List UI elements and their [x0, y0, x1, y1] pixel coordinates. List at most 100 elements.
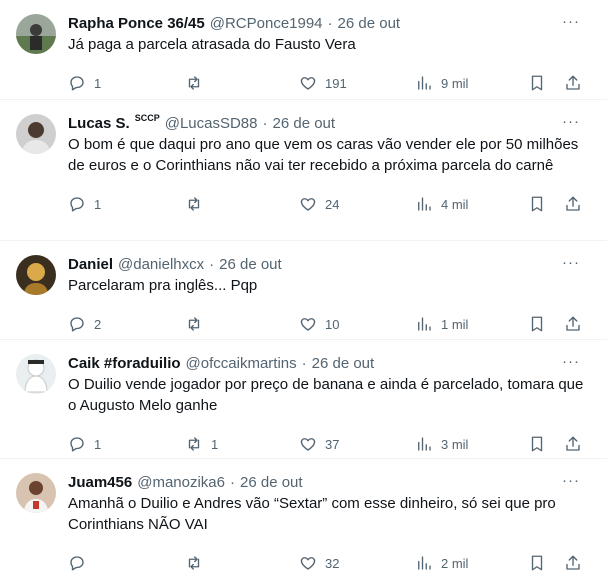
action-bar: 1 1 37 3 mil: [68, 426, 588, 462]
team-badge: SCCP: [134, 113, 160, 123]
bookmark-button[interactable]: [528, 545, 546, 581]
retweet-button[interactable]: [185, 65, 211, 101]
handle[interactable]: @RCPonce1994: [210, 15, 323, 32]
tweet[interactable]: Lucas S. SCCP @LucasSD88 · 26 de out ···…: [0, 100, 607, 241]
views-button[interactable]: 9 mil: [415, 65, 468, 101]
views-button[interactable]: 1 mil: [415, 306, 468, 342]
share-icon: [566, 436, 580, 451]
avatar[interactable]: [16, 114, 56, 154]
separator: ·: [262, 114, 268, 132]
more-options-icon[interactable]: ···: [561, 354, 581, 370]
tweet[interactable]: Caik #foraduilio @ofccaikmartins · 26 de…: [0, 340, 607, 459]
retweet-icon: [188, 76, 200, 90]
action-bar: 2 10 1 mil: [68, 306, 588, 342]
avatar[interactable]: [16, 14, 56, 54]
heart-icon: [300, 198, 316, 211]
tweet-text: O Duilio vende jogador por preço de bana…: [68, 376, 584, 414]
heart-icon: [300, 557, 316, 570]
timestamp[interactable]: 26 de out: [338, 15, 401, 32]
share-button[interactable]: [564, 65, 582, 101]
tweet[interactable]: Rapha Ponce 36/45 @RCPonce1994 · 26 de o…: [0, 0, 607, 100]
share-button[interactable]: [564, 186, 582, 222]
more-options-icon[interactable]: ···: [561, 14, 581, 30]
display-name[interactable]: Rapha Ponce 36/45: [68, 15, 205, 32]
handle[interactable]: @LucasSD88: [165, 115, 258, 132]
handle[interactable]: @danielhxcx: [118, 256, 204, 273]
like-button[interactable]: 32: [299, 545, 339, 581]
avatar[interactable]: [16, 354, 56, 394]
tweet[interactable]: Juam456 @manozika6 · 26 de out ··· Amanh…: [0, 459, 607, 577]
avatar[interactable]: [16, 473, 56, 513]
separator: ·: [327, 14, 333, 32]
retweet-icon: [188, 556, 200, 570]
display-name[interactable]: Juam456: [68, 474, 132, 491]
reply-icon: [70, 437, 84, 452]
display-name[interactable]: Daniel: [68, 256, 113, 273]
reply-count: 2: [94, 316, 102, 332]
bookmark-icon: [531, 555, 543, 571]
views-icon: [418, 317, 431, 331]
views-icon: [418, 76, 431, 90]
retweet-button[interactable]: [185, 306, 211, 342]
display-name[interactable]: Caik #foraduilio: [68, 355, 181, 372]
share-icon: [566, 196, 580, 211]
bookmark-icon: [531, 436, 543, 452]
handle[interactable]: @ofccaikmartins: [186, 355, 297, 372]
display-name[interactable]: Lucas S.: [68, 115, 130, 132]
reply-button[interactable]: 1: [68, 65, 101, 101]
share-button[interactable]: [564, 426, 582, 462]
timestamp[interactable]: 26 de out: [240, 474, 303, 491]
tweet[interactable]: Daniel @danielhxcx · 26 de out ··· Parce…: [0, 241, 607, 340]
reply-button[interactable]: 1: [68, 186, 101, 222]
bookmark-icon: [531, 75, 543, 91]
like-count: 10: [325, 316, 340, 332]
bookmark-button[interactable]: [528, 65, 546, 101]
action-bar: 1 24 4 mil: [68, 186, 588, 222]
share-icon: [566, 75, 580, 90]
views-count: 4 mil: [441, 196, 469, 212]
tweet-header: Rapha Ponce 36/45 @RCPonce1994 · 26 de o…: [68, 12, 591, 34]
like-button[interactable]: 24: [299, 186, 339, 222]
reply-button[interactable]: 2: [68, 306, 101, 342]
views-button[interactable]: 4 mil: [415, 186, 468, 222]
avatar[interactable]: [16, 255, 56, 295]
reply-icon: [70, 197, 84, 212]
views-count: 3 mil: [441, 436, 469, 452]
views-icon: [418, 437, 431, 451]
more-options-icon[interactable]: ···: [561, 473, 581, 489]
more-options-icon[interactable]: ···: [561, 255, 581, 271]
reply-button[interactable]: 1: [68, 426, 101, 462]
retweet-button[interactable]: [185, 186, 211, 222]
views-count: 2 mil: [441, 555, 469, 571]
like-button[interactable]: 37: [299, 426, 339, 462]
bookmark-button[interactable]: [528, 186, 546, 222]
timestamp[interactable]: 26 de out: [219, 256, 282, 273]
more-options-icon[interactable]: ···: [561, 114, 581, 130]
share-button[interactable]: [564, 545, 582, 581]
tweet-text: Já paga a parcela atrasada do Fausto Ver…: [68, 36, 356, 53]
views-button[interactable]: 3 mil: [415, 426, 468, 462]
like-count: 37: [325, 436, 340, 452]
reply-count: 1: [94, 196, 102, 212]
retweet-button[interactable]: [185, 545, 211, 581]
timestamp[interactable]: 26 de out: [312, 355, 375, 372]
retweet-button[interactable]: 1: [185, 426, 218, 462]
reply-count: 1: [94, 75, 102, 91]
avatar-image: [16, 473, 56, 513]
avatar-image: [16, 255, 56, 295]
share-button[interactable]: [564, 306, 582, 342]
views-button[interactable]: 2 mil: [415, 545, 468, 581]
bookmark-button[interactable]: [528, 426, 546, 462]
retweet-icon: [188, 437, 200, 451]
tweet-text: O bom é que daqui pro ano que vem os car…: [68, 136, 579, 174]
reply-feed: Rapha Ponce 36/45 @RCPonce1994 · 26 de o…: [0, 0, 607, 577]
like-button[interactable]: 191: [299, 65, 347, 101]
reply-button[interactable]: [68, 545, 94, 581]
retweet-count: 1: [211, 436, 219, 452]
handle[interactable]: @manozika6: [137, 474, 225, 491]
tweet-header: Juam456 @manozika6 · 26 de out: [68, 471, 591, 493]
bookmark-button[interactable]: [528, 306, 546, 342]
timestamp[interactable]: 26 de out: [273, 115, 336, 132]
like-button[interactable]: 10: [299, 306, 339, 342]
views-icon: [418, 556, 431, 570]
